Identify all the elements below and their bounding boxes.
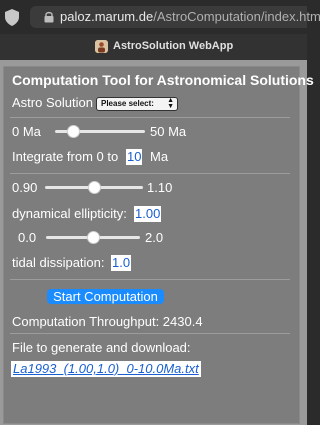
integrate-label: Integrate from 0 to <box>12 149 119 164</box>
tidal-slider-thumb[interactable] <box>86 231 100 244</box>
tidal-max-label: 2.0 <box>145 230 164 245</box>
integrate-unit-label: Ma <box>150 149 169 164</box>
tab-title[interactable]: AstroSolution WebApp <box>113 40 233 52</box>
tidal-input[interactable]: 1.0 <box>111 255 132 271</box>
divider <box>10 279 290 280</box>
shield-icon[interactable] <box>5 9 19 26</box>
app-favicon-icon <box>95 40 108 53</box>
start-computation-button[interactable]: Start Computation <box>47 289 164 304</box>
ellipticity-slider-thumb[interactable] <box>87 181 101 194</box>
ellipticity-label: dynamical ellipticity: <box>12 206 127 221</box>
astro-solution-select[interactable]: Please select: ▲ ▼ <box>96 97 178 111</box>
integrate-end-input[interactable]: 10 <box>126 149 143 165</box>
download-file-link[interactable]: La1993_(1.00,1.0)_0-10.0Ma.txt <box>11 361 201 377</box>
age-slider-thumb[interactable] <box>66 125 80 138</box>
url-host: paloz.marum.de <box>60 9 154 24</box>
age-min-label: 0 Ma <box>12 124 41 139</box>
url-path: /AstroComputation/index.html <box>153 9 320 24</box>
ellipticity-max-label: 1.10 <box>147 180 173 195</box>
tidal-label: tidal dissipation: <box>12 255 105 270</box>
page-title: Computation Tool for Astronomical Soluti… <box>12 72 314 88</box>
divider <box>10 333 290 334</box>
lock-icon <box>44 11 54 23</box>
download-label: File to generate and download: <box>12 340 191 355</box>
astro-solution-label: Astro Solution <box>12 95 93 110</box>
select-arrows-icon: ▲ ▼ <box>167 97 174 110</box>
url-text[interactable]: paloz.marum.de/AstroComputation/index.ht… <box>60 9 320 24</box>
tidal-min-label: 0.0 <box>18 230 37 245</box>
ellipticity-input[interactable]: 1.00 <box>134 206 162 222</box>
age-max-label: 50 Ma <box>150 124 187 139</box>
divider <box>10 117 290 118</box>
divider <box>10 173 290 174</box>
astro-solution-select-value: Please select: <box>101 99 154 108</box>
ellipticity-min-label: 0.90 <box>12 180 38 195</box>
throughput-text: Computation Throughput: 2430.4 <box>12 314 203 329</box>
